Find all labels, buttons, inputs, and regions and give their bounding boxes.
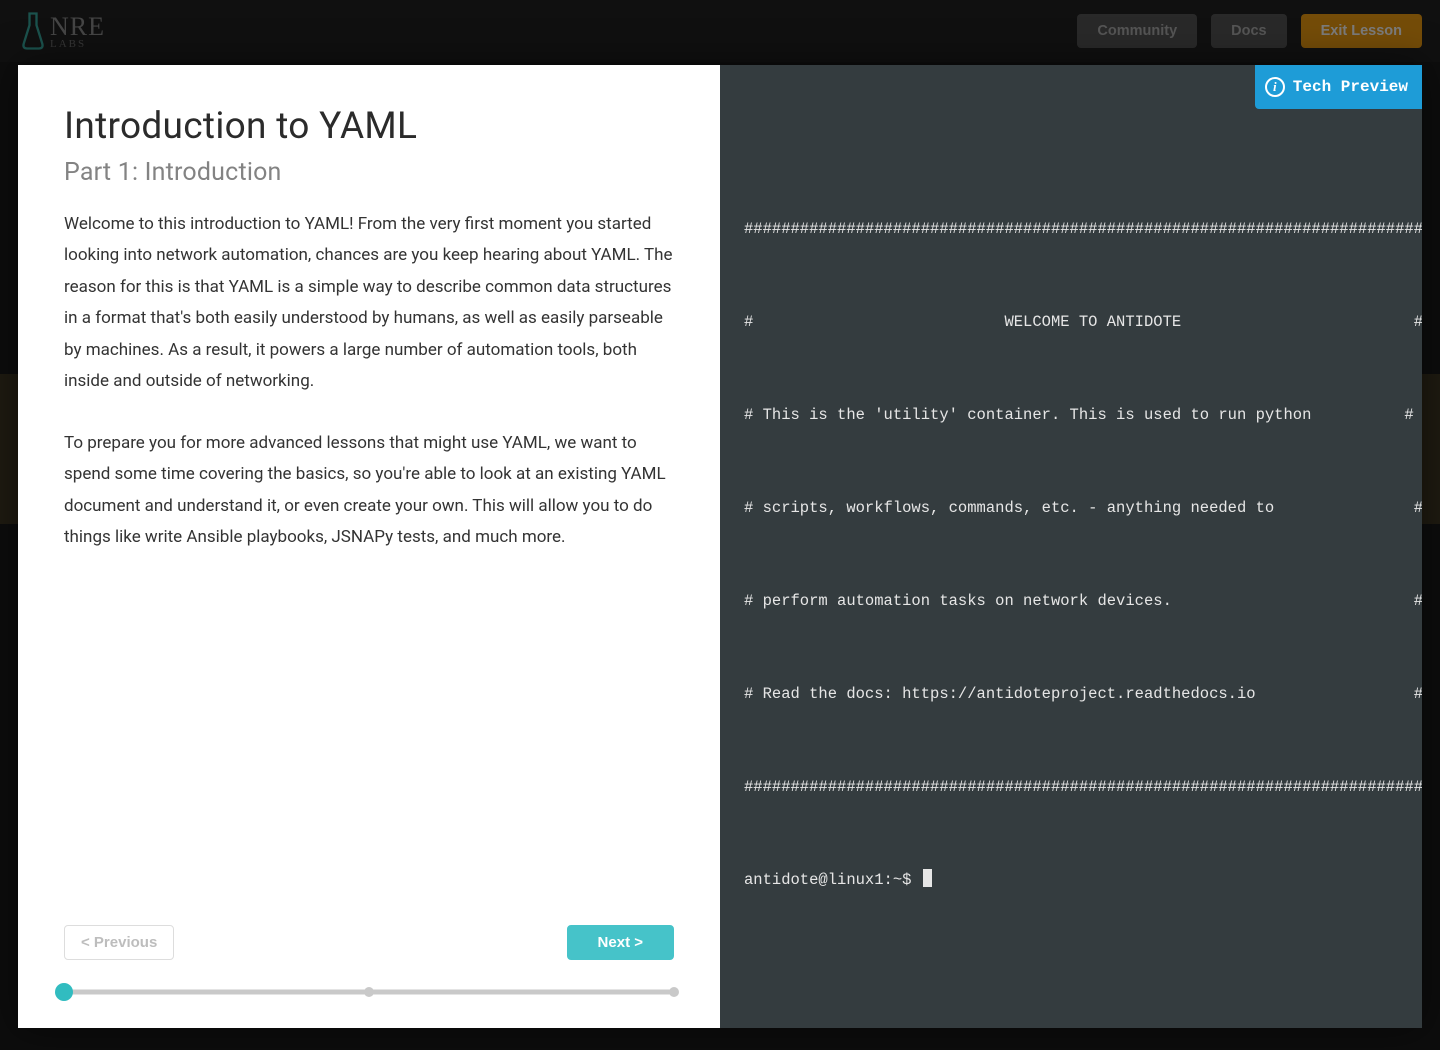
logo-main-text: NRE [50, 12, 105, 41]
terminal-line: ########################################… [744, 214, 1398, 245]
progress-step-1[interactable] [55, 983, 73, 1001]
terminal-line: # This is the 'utility' container. This … [744, 400, 1398, 431]
exit-lesson-button[interactable]: Exit Lesson [1301, 14, 1422, 48]
next-button[interactable]: Next > [567, 925, 674, 960]
header-buttons: Community Docs Exit Lesson [1077, 14, 1422, 48]
terminal-line: ########################################… [744, 772, 1398, 803]
terminal-line: # perform automation tasks on network de… [744, 586, 1398, 617]
lesson-content-panel: Introduction to YAML Part 1: Introductio… [18, 65, 720, 1028]
terminal-prompt-line[interactable]: antidote@linux1:~$ [744, 865, 1398, 896]
progress-step-3[interactable] [669, 987, 679, 997]
info-icon: i [1265, 77, 1285, 97]
top-header: NRE LABS Community Docs Exit Lesson [0, 0, 1440, 62]
nav-row: < Previous Next > [64, 925, 674, 960]
terminal-line: # scripts, workflows, commands, etc. - a… [744, 493, 1398, 524]
terminal-panel[interactable]: i Tech Preview #########################… [720, 65, 1422, 1028]
progress-bar[interactable] [64, 984, 674, 1000]
lesson-body: Welcome to this introduction to YAML! Fr… [64, 209, 674, 583]
flask-icon [18, 10, 48, 52]
tech-preview-label: Tech Preview [1293, 71, 1408, 103]
terminal-prompt: antidote@linux1:~$ [744, 871, 921, 889]
lesson-title: Introduction to YAML [64, 105, 674, 148]
progress-step-2[interactable] [364, 987, 374, 997]
terminal-line: # Read the docs: https://antidoteproject… [744, 679, 1398, 710]
tech-preview-badge[interactable]: i Tech Preview [1255, 65, 1422, 109]
community-button[interactable]: Community [1077, 14, 1197, 48]
logo: NRE LABS [18, 10, 105, 52]
cursor-icon [923, 869, 932, 887]
docs-button[interactable]: Docs [1211, 14, 1286, 48]
lesson-paragraph: To prepare you for more advanced lessons… [64, 428, 674, 554]
lesson-modal: Introduction to YAML Part 1: Introductio… [18, 65, 1422, 1028]
terminal-line: # WELCOME TO ANTIDOTE # [744, 307, 1398, 338]
previous-button[interactable]: < Previous [64, 925, 174, 960]
lesson-subtitle: Part 1: Introduction [64, 158, 674, 187]
lesson-paragraph: Welcome to this introduction to YAML! Fr… [64, 209, 674, 398]
